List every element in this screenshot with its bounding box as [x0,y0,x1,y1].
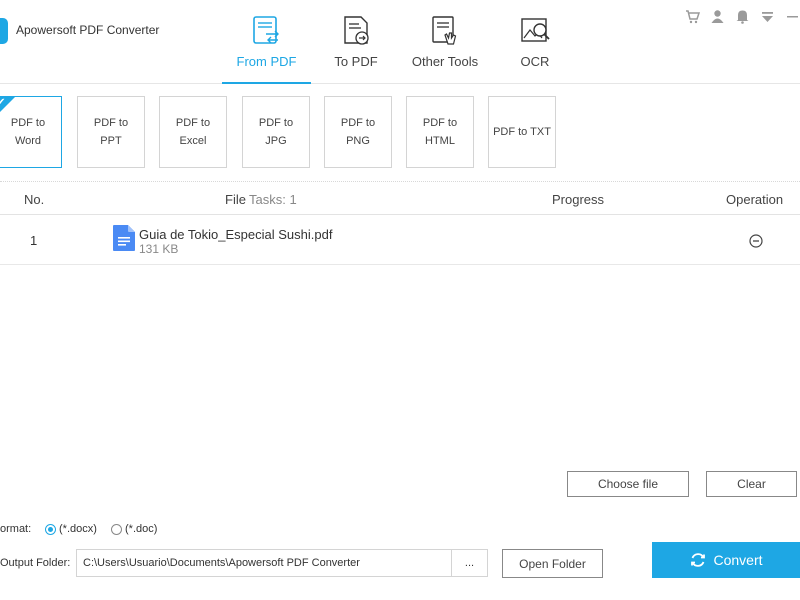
option-pdf-to-excel[interactable]: PDF to Excel [159,96,227,168]
to-pdf-icon [344,16,369,45]
other-tools-icon [432,16,457,45]
document-icon [113,225,135,251]
table-row[interactable]: 1 Guia de Tokio_Especial Sushi.pdf 131 K… [0,216,800,265]
table-header: No. File Tasks: 1 Progress Operation [0,183,800,215]
clear-button[interactable]: Clear [706,471,797,497]
radio-doc-label[interactable]: (*.doc) [125,523,157,535]
remove-icon[interactable] [749,234,763,248]
output-folder-input[interactable] [76,549,452,577]
app-title: Apowersoft PDF Converter [16,23,160,37]
option-label: PDF to PPT [93,117,129,147]
menu-down-icon[interactable] [760,9,775,24]
header-operation: Operation [726,192,784,207]
radio-docx-label[interactable]: (*.docx) [59,523,97,535]
choose-file-button[interactable]: Choose file [567,471,689,497]
option-label: PDF to Excel [175,117,211,147]
row-number: 1 [30,233,38,248]
check-icon: ✔ [0,97,6,108]
file-name: Guia de Tokio_Especial Sushi.pdf [139,227,333,242]
option-label: PDF to PNG [340,117,376,147]
app-header: Apowersoft PDF Converter From PDF To PDF… [0,0,800,84]
window-controls [685,8,800,24]
radio-docx[interactable] [45,524,56,535]
option-pdf-to-png[interactable]: PDF to PNG [324,96,392,168]
tab-label: Other Tools [411,54,479,69]
header-file: File [225,192,246,207]
tab-from-pdf[interactable]: From PDF [222,0,311,84]
tab-to-pdf[interactable]: To PDF [328,0,384,84]
tab-label: OCR [520,54,550,69]
cart-icon[interactable] [685,9,700,24]
header-no: No. [24,192,45,207]
tab-label: To PDF [334,54,378,69]
radio-doc[interactable] [111,524,122,535]
convert-label: Convert [713,552,763,568]
browse-button[interactable]: ... [452,549,488,577]
format-label: ormat: [0,523,32,535]
option-pdf-to-jpg[interactable]: PDF to JPG [242,96,310,168]
ocr-icon [521,18,550,42]
tasks-count: Tasks: 1 [249,192,297,207]
refresh-icon [691,553,706,567]
option-pdf-to-html[interactable]: PDF to HTML [406,96,474,168]
header-progress: Progress [552,192,605,207]
option-label: PDF to HTML [422,117,458,147]
option-label: PDF to JPG [258,117,294,147]
tab-ocr[interactable]: OCR [510,0,560,84]
conversion-options: ✔ PDF to Word PDF to PPT PDF to Excel PD… [0,96,800,170]
from-pdf-icon [252,16,279,44]
option-label: PDF to TXT [493,126,551,138]
convert-button[interactable]: Convert [652,542,800,578]
option-pdf-to-txt[interactable]: PDF to TXT [488,96,556,168]
user-icon[interactable] [710,9,725,24]
file-size: 131 KB [139,242,179,256]
minimize-icon[interactable] [785,9,800,24]
app-logo [0,18,8,44]
option-pdf-to-word[interactable]: ✔ PDF to Word [0,96,62,168]
bell-icon[interactable] [735,9,750,24]
open-folder-button[interactable]: Open Folder [502,549,603,578]
option-pdf-to-ppt[interactable]: PDF to PPT [77,96,145,168]
tab-label: From PDF [236,54,297,69]
divider [0,181,800,182]
option-label: PDF to Word [10,117,46,147]
output-folder-label: Output Folder: [0,557,71,569]
tab-other-tools[interactable]: Other Tools [405,0,485,84]
